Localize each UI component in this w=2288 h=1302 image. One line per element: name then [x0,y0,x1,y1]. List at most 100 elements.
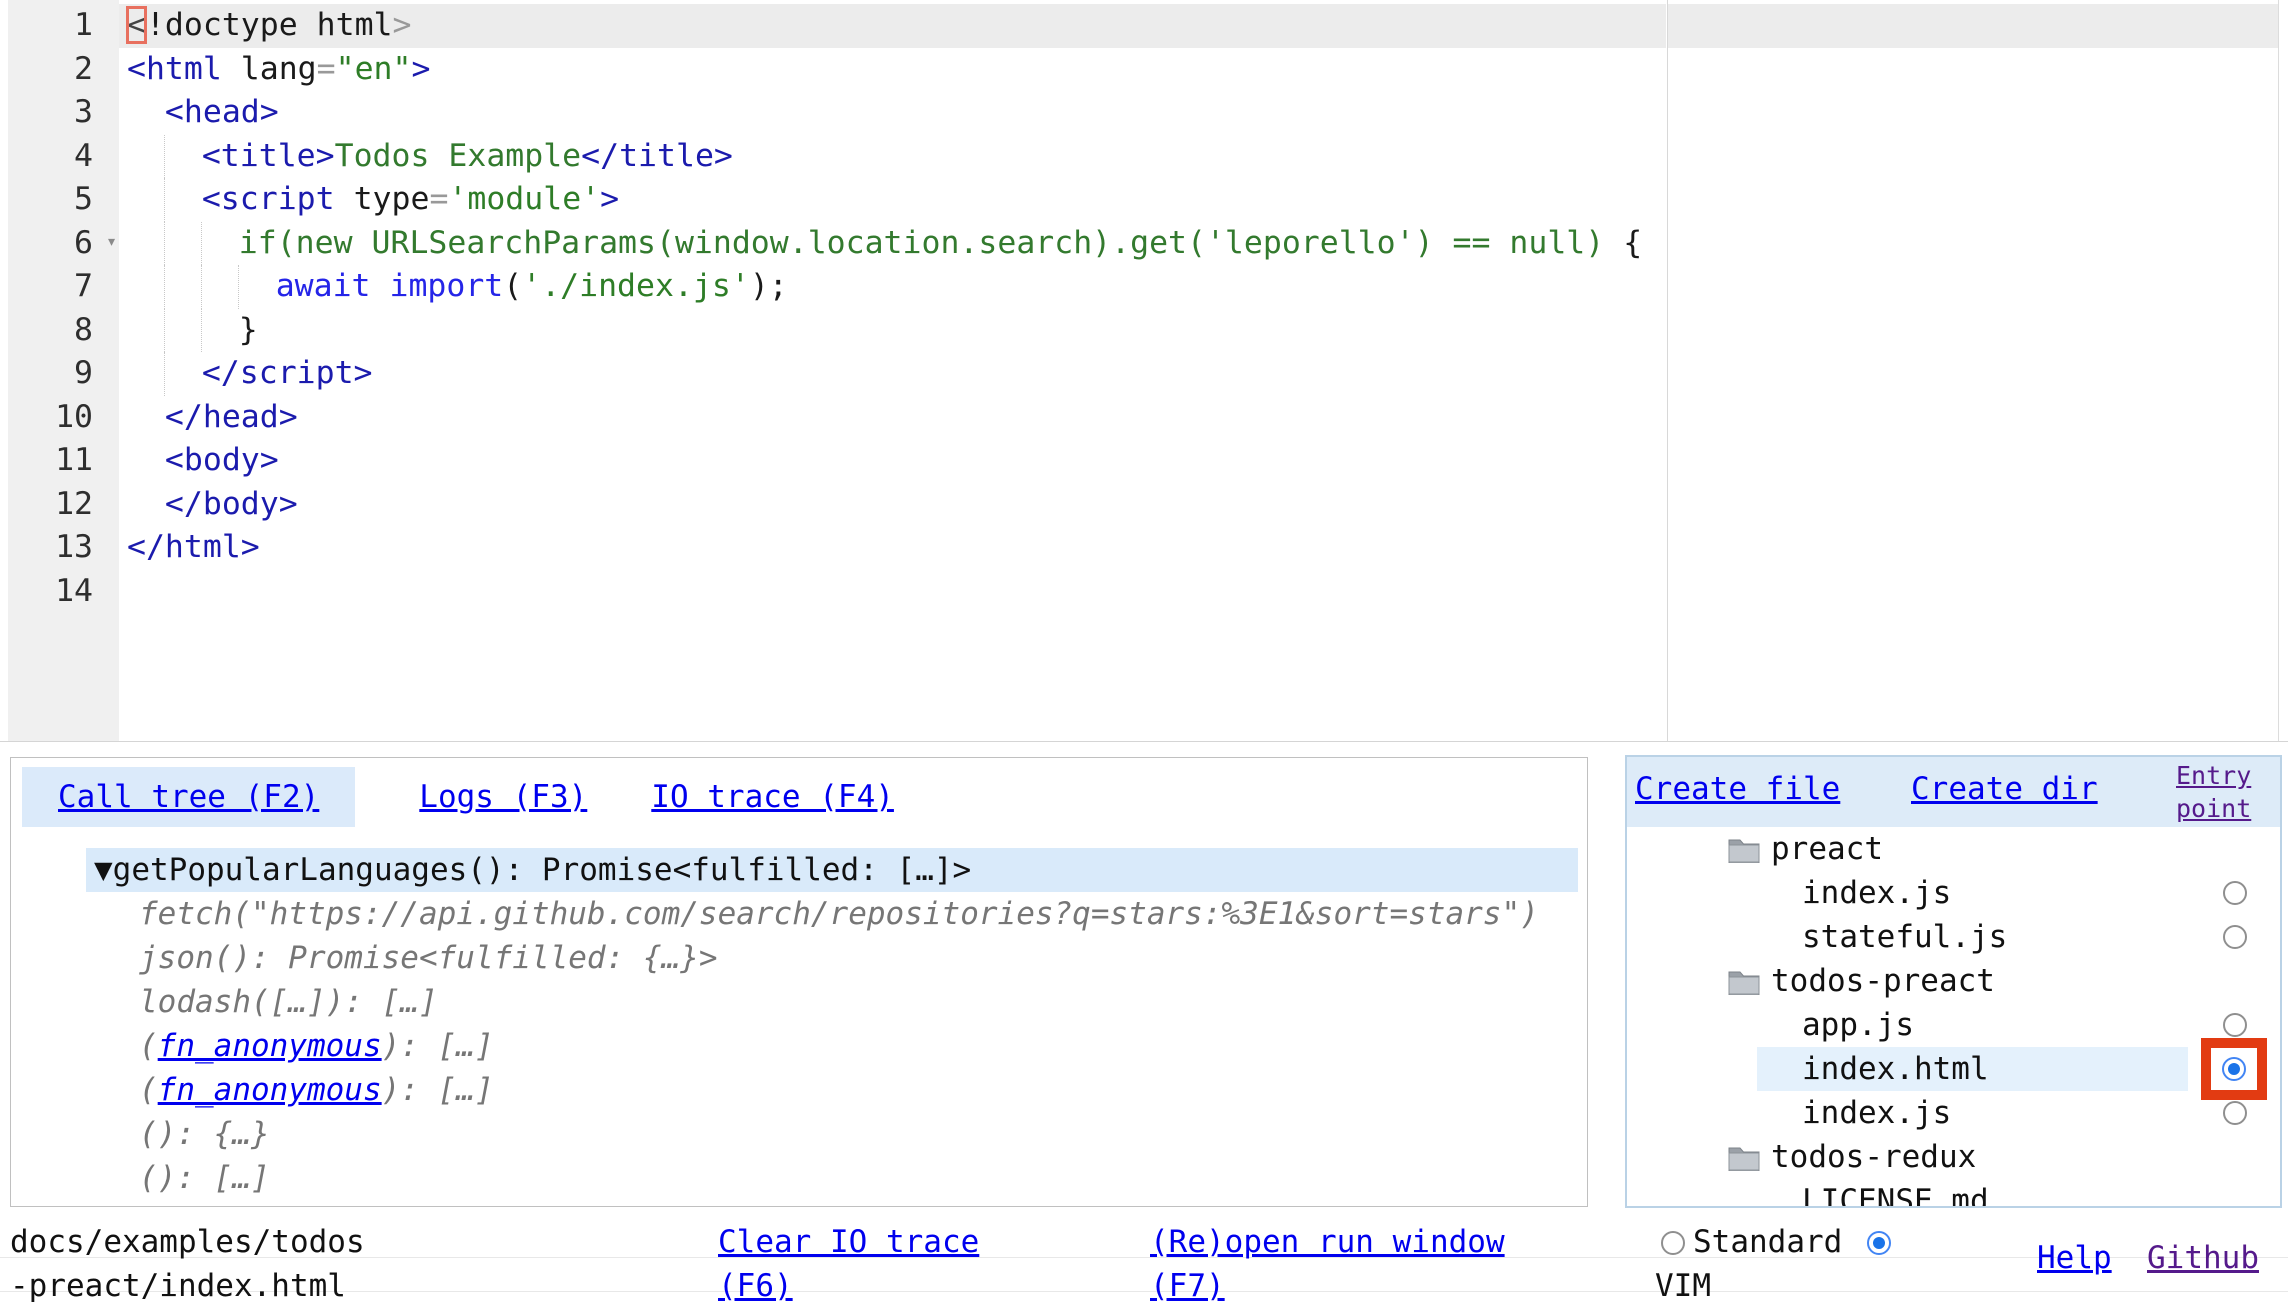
call-tree-row[interactable]: (fn_anonymous): […] [11,1068,1587,1112]
entry-point-radio[interactable] [2223,1101,2247,1125]
code-token: > [411,51,430,87]
leporello-app: 1<!doctype html>2<html lang="en">3<head>… [0,0,2288,1302]
file-row[interactable]: app.js [1627,1003,2280,1047]
call-tree-row[interactable]: lodash([…]): […] [11,980,1587,1024]
vim-keybindings-radio[interactable] [1867,1231,1891,1255]
file-name: stateful.js [1802,919,2007,955]
editor-line[interactable]: 10</head> [0,396,1666,440]
folder-row[interactable]: preact [1627,827,2280,871]
code-token: <html [127,51,222,87]
indent-guide [238,265,276,309]
create-dir-link[interactable]: Create dir [1911,771,2098,807]
reopen-run-window-link[interactable]: (Re)open run window (F7) [1150,1220,1522,1302]
editor-line[interactable]: 14 [0,570,1666,614]
tab-io-trace-f4[interactable]: IO trace (F4) [651,767,894,827]
folder-row[interactable]: todos-redux [1627,1135,2280,1179]
help-link[interactable]: Help [2037,1236,2112,1280]
code-token: </script> [202,355,373,391]
call-tree-row[interactable]: ▼getPopularLanguages(): Promise<fulfille… [86,848,1578,892]
indent-guide [164,352,202,396]
editor-line[interactable]: 1<!doctype html> [0,4,1666,48]
indent [127,396,165,440]
line-number: 13 [8,526,119,570]
call-tree-row[interactable]: json(): Promise<fulfilled: {…}> [11,936,1587,980]
call-tree-function-link[interactable]: fn_anonymous [158,1072,382,1108]
create-file-link[interactable]: Create file [1635,771,1840,807]
indent [127,352,165,396]
indent-guide [164,222,202,266]
folder-icon [1727,831,1761,875]
entry-point-radio[interactable] [2223,1013,2247,1037]
editor-line[interactable]: 2<html lang="en"> [0,48,1666,92]
line-number: 12 [8,483,119,527]
call-tree-row[interactable]: (fn_anonymous): […] [11,1200,1587,1207]
call-tree-text: ▼getPopularLanguages(): Promise<fulfille… [94,852,971,888]
code-line-content: await import('./index.js'); [119,265,1666,309]
editor-line[interactable]: 7await import('./index.js'); [0,265,1666,309]
indent-guide [201,309,239,353]
folder-name: todos-preact [1771,963,1995,999]
code-editor[interactable]: 1<!doctype html>2<html lang="en">3<head>… [0,0,2288,742]
file-row[interactable]: LICENSE.md [1627,1179,2280,1208]
github-link[interactable]: Github [2147,1236,2259,1280]
file-row[interactable]: index.js [1627,871,2280,915]
indent [127,309,165,353]
folder-row[interactable]: todos-preact [1627,959,2280,1003]
call-tree-function-link[interactable]: fn_anonymous [158,1204,382,1207]
tab-logs-f3[interactable]: Logs (F3) [419,767,587,827]
code-token: <title> [202,138,335,174]
code-token: { [1623,225,1642,261]
indent-guide [201,222,239,266]
file-row[interactable]: index.html [1627,1047,2280,1091]
entry-point-radio[interactable] [2223,925,2247,949]
keybindings-switch: Standard VIM [1655,1220,1905,1302]
fold-toggle-icon[interactable]: ▾ [106,220,117,264]
call-tree-text: ( [139,1028,158,1064]
code-token: "en" [336,51,412,87]
code-token: > [600,181,619,217]
entry-point-column-label: Entry point [2176,759,2266,825]
editor-secondary-pane[interactable] [1667,0,2279,741]
code-token: if(new URLSearchParams(window.location.s… [239,225,1623,261]
indent [127,265,165,309]
editor-line[interactable]: 13</html> [0,526,1666,570]
file-row[interactable]: index.js [1627,1091,2280,1135]
code-token: await import [276,268,504,304]
clear-io-trace-link[interactable]: Clear IO trace (F6) [718,1220,1018,1302]
editor-line[interactable]: 3<head> [0,91,1666,135]
call-tree-function-link[interactable]: fn_anonymous [158,1028,382,1064]
folder-name: preact [1771,831,1883,867]
indent-guide [201,265,239,309]
code-token: > [393,7,412,43]
code-line-content: <head> [119,91,1666,135]
call-tree-row[interactable]: fetch("https://api.github.com/search/rep… [11,892,1587,936]
line-number: 14 [8,570,119,614]
tab-call-tree-f2[interactable]: Call tree (F2) [22,767,355,827]
editor-line[interactable]: 4<title>Todos Example</title> [0,135,1666,179]
editor-line[interactable]: 8} [0,309,1666,353]
file-name: LICENSE.md [1802,1183,1989,1208]
line-number: 9 [8,352,119,396]
standard-keybindings-radio[interactable] [1661,1231,1685,1255]
file-row[interactable]: stateful.js [1627,915,2280,959]
code-token: Todos Example [335,138,582,174]
call-tree-row[interactable]: (fn_anonymous): […] [11,1024,1587,1068]
line-number: 8 [8,309,119,353]
editor-line[interactable]: 6▾if(new URLSearchParams(window.location… [0,222,1666,266]
indent-guide [164,265,202,309]
code-token: = [429,181,448,217]
editor-line[interactable]: 5<script type='module'> [0,178,1666,222]
indent [127,439,165,483]
matching-bracket-highlight: < [127,7,146,43]
editor-line[interactable]: 9 </script> [0,352,1666,396]
call-tree-row[interactable]: (): {…} [11,1112,1587,1156]
entry-point-radio[interactable] [2223,881,2247,905]
code-line-content: if(new URLSearchParams(window.location.s… [119,222,1666,266]
editor-line[interactable]: 12</body> [0,483,1666,527]
editor-line[interactable]: 11<body> [0,439,1666,483]
call-tree-text: fetch("https://api.github.com/search/rep… [139,896,1539,932]
entry-point-radio[interactable] [2222,1057,2246,1081]
call-tree-row[interactable]: (): […] [11,1156,1587,1200]
call-tree-text: lodash([…]): […] [139,984,438,1020]
call-tree-text: (): […] [139,1160,270,1196]
